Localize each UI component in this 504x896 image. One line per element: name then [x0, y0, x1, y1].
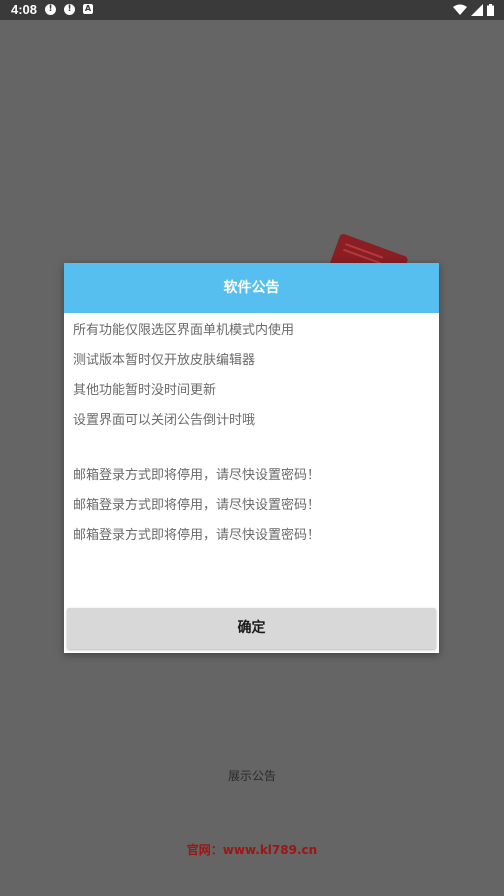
status-time: 4:08 — [11, 2, 38, 17]
notice-line: 设置界面可以关闭公告倒计时哦 — [73, 413, 256, 428]
app-notification-icon: A — [83, 4, 93, 14]
system-icons — [453, 4, 494, 16]
notice-line: 邮箱登录方式即将停用，请尽快设置密码！ — [73, 528, 321, 543]
announcement-dialog: 软件公告 所有功能仅限选区界面单机模式内使用 测试版本暂时仅开放皮肤编辑器 其他… — [64, 263, 439, 653]
notice-line: 邮箱登录方式即将停用，请尽快设置密码！ — [73, 468, 321, 483]
confirm-button[interactable]: 确定 — [67, 608, 436, 649]
dialog-title: 软件公告 — [223, 280, 280, 296]
status-bar: 4:08 ! ! A — [0, 0, 504, 20]
notice-line: 所有功能仅限选区界面单机模式内使用 — [73, 323, 295, 338]
alert-icon: ! — [64, 4, 75, 15]
show-notice-link[interactable]: 展示公告 — [0, 768, 504, 784]
wifi-icon — [453, 4, 467, 15]
notice-line: 测试版本暂时仅开放皮肤编辑器 — [73, 353, 256, 368]
dialog-header: 软件公告 — [64, 263, 439, 313]
official-website-text: 官网：www.kl789.cn — [186, 843, 318, 857]
notice-line: 邮箱登录方式即将停用，请尽快设置密码！ — [73, 498, 321, 513]
dialog-body: 所有功能仅限选区界面单机模式内使用 测试版本暂时仅开放皮肤编辑器 其他功能暂时没… — [64, 313, 439, 607]
notification-icons: ! ! A — [45, 4, 93, 15]
cellular-signal-icon — [471, 4, 483, 16]
notice-line: 其他功能暂时没时间更新 — [73, 383, 217, 398]
alert-icon: ! — [45, 4, 56, 15]
battery-icon — [487, 4, 494, 16]
